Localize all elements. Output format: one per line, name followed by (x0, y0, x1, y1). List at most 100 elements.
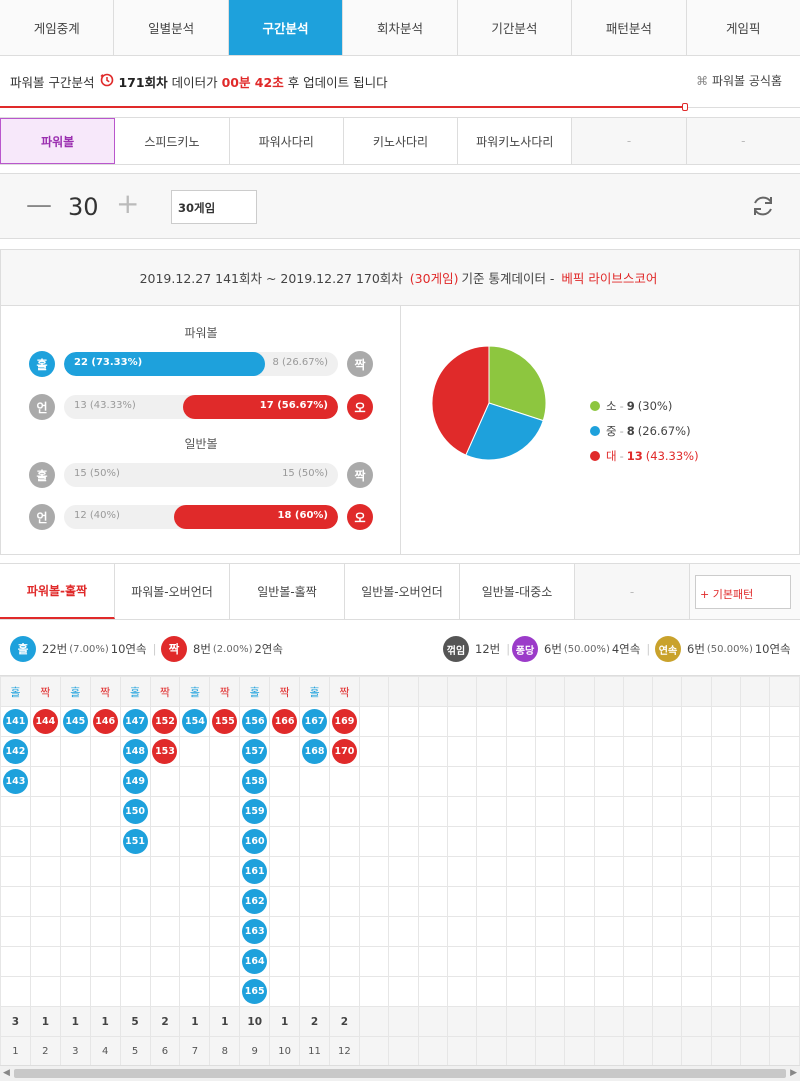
grid-count-cell (622, 1006, 654, 1037)
decrease-button[interactable]: — (26, 192, 52, 218)
grid-cell (358, 736, 390, 767)
grid-cell (446, 976, 478, 1007)
grid-index-cell (446, 1036, 478, 1065)
scroll-right-icon[interactable]: ▶ (790, 1068, 797, 1078)
grid-cell (388, 946, 419, 977)
tab-period[interactable]: 기간분석 (458, 0, 573, 55)
grid-cell (564, 946, 595, 977)
grid-cell (59, 856, 91, 887)
grid-cell (505, 736, 536, 767)
odd-badge: 홀 (10, 636, 36, 662)
round-ball: 151 (122, 829, 148, 854)
grid-cell (179, 736, 211, 767)
grid-cell (89, 976, 121, 1007)
grid-cell (417, 766, 448, 797)
grid-index-cell (740, 1036, 771, 1065)
grid-index-cell: 6 (149, 1036, 181, 1065)
pattern-table: 홀 짝 홀 짝 홀 짝 홀 짝 홀 짝 홀 짝 141 144 145 146 147 152 154 155 156 1… (0, 676, 800, 1065)
summary-broken: 꺾임 12번 | (443, 636, 516, 662)
grid-cell (740, 976, 771, 1007)
grid-cell (652, 826, 683, 857)
grid-head-cell (769, 676, 800, 707)
grid-cell (417, 826, 448, 857)
grid-cell (119, 856, 151, 887)
summary-odd-count: 22번 (42, 642, 68, 656)
grid-head-cell (417, 676, 448, 707)
pattern-tab-nb-oddeven[interactable]: 일반볼-홀짝 (230, 564, 345, 619)
grid-cell (0, 916, 31, 947)
round-ball: 142 (2, 739, 28, 764)
info-round: 171회차 (118, 75, 168, 90)
pattern-tab-pb-overunder[interactable]: 파워볼-오버언더 (115, 564, 230, 619)
grid-cell (209, 976, 241, 1007)
tab-range[interactable]: 구간분석 (228, 0, 344, 55)
tab-gamepick[interactable]: 게임픽 (687, 0, 800, 55)
game-tab-powerladder[interactable]: 파워사다리 (229, 118, 344, 164)
tab-pattern[interactable]: 패턴분석 (572, 0, 687, 55)
grid-cell (328, 796, 360, 827)
grid-cell (0, 976, 31, 1007)
even-badge: 짝 (347, 351, 373, 377)
round-ball: 148 (122, 739, 148, 764)
grid-cell (59, 766, 91, 797)
round-ball: 145 (62, 709, 88, 734)
grid-cell (681, 916, 712, 947)
increase-button[interactable]: + (116, 190, 139, 218)
normalball-odd-label: 15 (50%) (74, 468, 120, 479)
grid-cell (534, 736, 566, 767)
scroll-thumb[interactable] (14, 1069, 786, 1078)
game-tab-speedkeno[interactable]: 스피드키노 (115, 118, 230, 164)
tab-daily[interactable]: 일별분석 (114, 0, 229, 55)
round-ball: 152 (152, 709, 178, 734)
game-tab-powerball[interactable]: 파워볼 (0, 118, 116, 164)
grid-cell (622, 886, 654, 917)
grid-cell (269, 796, 301, 827)
game-tab-powerkenoladder[interactable]: 파워키노사다리 (458, 118, 573, 164)
grid-cell: 149 (119, 766, 151, 797)
tab-round[interactable]: 회차분석 (343, 0, 458, 55)
grid-count-cell (417, 1006, 448, 1037)
refresh-icon[interactable] (750, 193, 776, 219)
grid-head-cell: 짝 (149, 676, 181, 707)
grid-cell (59, 946, 91, 977)
grid-cell (622, 856, 654, 887)
pattern-tab-nb-size[interactable]: 일반볼-대중소 (460, 564, 575, 619)
grid-cell (710, 766, 742, 797)
grid-count-cell (505, 1006, 536, 1037)
grid-count-cell (681, 1006, 712, 1037)
grid-cell (119, 886, 151, 917)
game-count-select[interactable]: 30게임 (171, 190, 257, 224)
legend-dot (590, 401, 600, 411)
grid-cell (0, 796, 31, 827)
legend-pct: (30%) (637, 399, 673, 413)
tab-live[interactable]: 게임중계 (0, 0, 115, 55)
official-home-link[interactable]: ⌘ 파워볼 공식홈 (696, 72, 782, 89)
grid-cell (179, 856, 211, 887)
pattern-tab-nb-overunder[interactable]: 일반볼-오버언더 (345, 564, 460, 619)
grid-cell (593, 886, 624, 917)
grid-count-cell (358, 1006, 390, 1037)
grid-cell (446, 856, 478, 887)
round-ball: 160 (242, 829, 268, 854)
grid-cell (388, 796, 419, 827)
round-ball: 144 (32, 709, 58, 734)
legend-value: 13 (626, 449, 643, 463)
grid-index-cell: 11 (299, 1036, 330, 1065)
grid-cell (209, 916, 241, 947)
grid-cell (89, 766, 121, 797)
horizontal-scrollbar[interactable]: ◀ ▶ (0, 1065, 800, 1081)
pattern-tab-pb-oddeven[interactable]: 파워볼-홀짝 (0, 564, 115, 619)
grid-cell (119, 976, 151, 1007)
game-tab-kenoladder[interactable]: 키노사다리 (343, 118, 459, 164)
grid-cell (269, 856, 301, 887)
grid-cell (299, 856, 330, 887)
scroll-left-icon[interactable]: ◀ (3, 1068, 10, 1078)
grid-cell (358, 706, 390, 737)
basic-pattern-select[interactable]: + 기본패턴 (695, 575, 791, 609)
grid-cell (564, 976, 595, 1007)
powerball-under-over-row: 언 13 (43.33%) 17 (56.67%) 오 (29, 393, 374, 421)
grid-cell (388, 856, 419, 887)
grid-cell (652, 736, 683, 767)
grid-cell (299, 916, 330, 947)
grid-cell (328, 916, 360, 947)
